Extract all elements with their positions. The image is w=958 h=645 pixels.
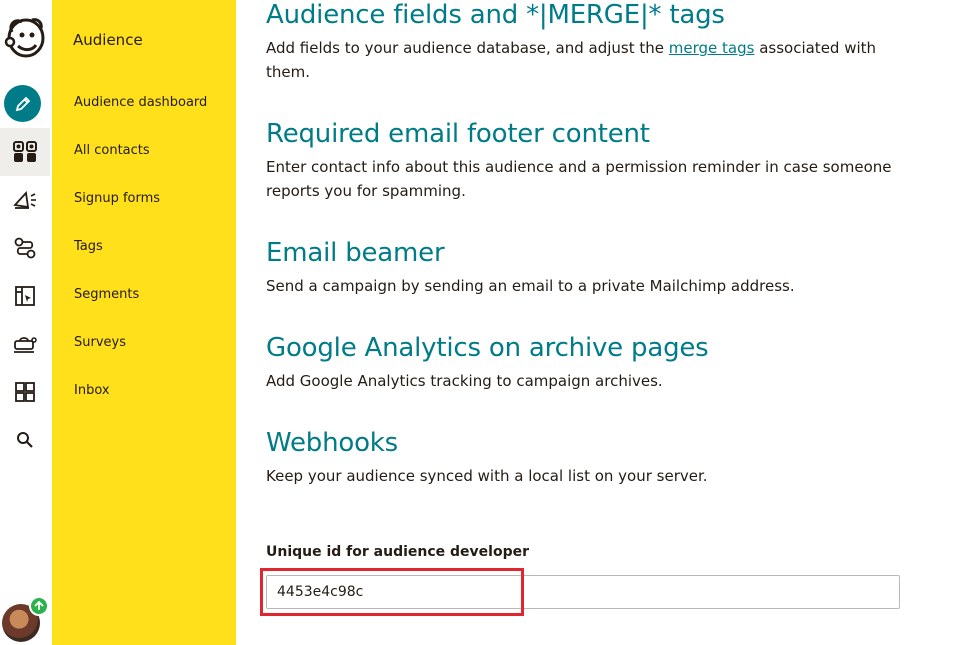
integrations-nav-icon[interactable] — [0, 368, 50, 416]
footer-content-description: Enter contact info about this audience a… — [266, 158, 892, 200]
search-nav-icon[interactable] — [0, 416, 50, 464]
mailchimp-logo-icon[interactable] — [2, 14, 48, 60]
merge-tags-link[interactable]: merge tags — [669, 39, 755, 57]
google-analytics-section: Google Analytics on archive pages Add Go… — [266, 333, 926, 393]
content-studio-icon — [14, 337, 37, 353]
upgrade-arrow-icon[interactable] — [29, 596, 49, 616]
search-icon — [17, 432, 33, 448]
subnav-item-audience-dashboard[interactable]: Audience dashboard — [74, 95, 207, 110]
webhooks-description: Keep your audience synced with a local l… — [266, 467, 708, 485]
unique-id-field[interactable] — [266, 575, 900, 609]
pencil-icon — [15, 96, 30, 111]
webhooks-heading[interactable]: Webhooks — [266, 428, 926, 458]
footer-content-section: Required email footer content Enter cont… — [266, 119, 926, 203]
audience-subnav: Audience Audience dashboard All contacts… — [52, 0, 236, 645]
subnav-item-segments[interactable]: Segments — [74, 287, 139, 302]
merge-tags-section: Audience fields and *|MERGE|* tags Add f… — [266, 0, 926, 84]
grid-apps-icon — [15, 382, 35, 402]
subnav-item-inbox[interactable]: Inbox — [74, 383, 110, 398]
merge-tags-desc-text: Add fields to your audience database, an… — [266, 39, 669, 57]
merge-tags-description: Add fields to your audience database, an… — [266, 36, 896, 84]
account-menu[interactable] — [2, 596, 50, 644]
content-nav-icon[interactable] — [0, 320, 50, 368]
subnav-item-surveys[interactable]: Surveys — [74, 335, 126, 350]
email-beamer-heading[interactable]: Email beamer — [266, 238, 926, 268]
merge-tags-heading[interactable]: Audience fields and *|MERGE|* tags — [266, 0, 926, 30]
subnav-item-tags[interactable]: Tags — [74, 239, 103, 254]
google-analytics-description: Add Google Analytics tracking to campaig… — [266, 372, 663, 390]
campaigns-nav-icon[interactable] — [0, 176, 50, 224]
automations-nav-icon[interactable] — [0, 224, 50, 272]
google-analytics-heading[interactable]: Google Analytics on archive pages — [266, 333, 926, 363]
email-beamer-section: Email beamer Send a campaign by sending … — [266, 238, 926, 298]
website-nav-icon[interactable] — [0, 272, 50, 320]
audience-nav-icon[interactable] — [0, 128, 50, 176]
audience-icon — [13, 141, 37, 162]
unique-id-label: Unique id for audience developer — [266, 544, 530, 560]
megaphone-icon — [13, 190, 36, 209]
create-pencil-button[interactable] — [4, 85, 41, 122]
subnav-title: Audience — [73, 31, 143, 49]
automation-icon — [14, 237, 36, 259]
subnav-item-signup-forms[interactable]: Signup forms — [74, 191, 160, 206]
subnav-item-all-contacts[interactable]: All contacts — [74, 143, 150, 158]
website-icon — [15, 286, 35, 306]
icon-rail — [0, 0, 53, 645]
footer-content-heading[interactable]: Required email footer content — [266, 119, 926, 149]
webhooks-section: Webhooks Keep your audience synced with … — [266, 428, 926, 488]
email-beamer-description: Send a campaign by sending an email to a… — [266, 277, 795, 295]
